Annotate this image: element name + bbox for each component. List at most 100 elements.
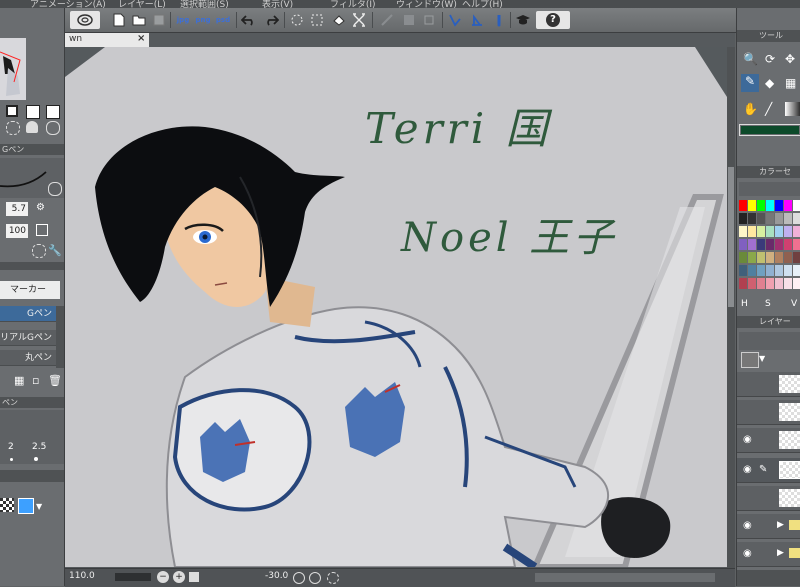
palette-swatch[interactable]: [739, 226, 747, 237]
layer-row[interactable]: [737, 400, 800, 425]
person-icon[interactable]: [26, 121, 38, 133]
palette-swatch[interactable]: [766, 200, 774, 211]
brush-size-icon[interactable]: [490, 11, 508, 29]
copy-brush-icon[interactable]: ▦: [14, 374, 24, 387]
line-tool-icon[interactable]: ╱: [765, 102, 772, 116]
color-palette[interactable]: [739, 200, 800, 296]
palette-swatch[interactable]: [757, 239, 765, 250]
transparent-swatch[interactable]: [0, 498, 14, 512]
layer-blend-dropdown-icon[interactable]: ▼: [759, 354, 765, 363]
palette-swatch[interactable]: [793, 265, 800, 276]
pen-tool-icon[interactable]: ✎: [741, 74, 759, 92]
settings-icon[interactable]: [32, 244, 46, 258]
drawing-canvas[interactable]: Terri 国 Noel 王子: [65, 47, 727, 567]
brush-item-maru-pen[interactable]: 丸ペン: [0, 350, 56, 366]
transparent-color-icon[interactable]: [46, 105, 60, 119]
zoom-out-icon[interactable]: −: [157, 571, 169, 583]
reset-rotation-icon[interactable]: [327, 572, 339, 584]
layer-row[interactable]: ◉ ▶: [737, 514, 800, 539]
reset-icon[interactable]: [46, 121, 60, 135]
palette-swatch[interactable]: [739, 252, 747, 263]
swap-color-icon[interactable]: [26, 105, 40, 119]
layer-row[interactable]: ◉: [737, 428, 800, 453]
size-preset-2[interactable]: 2: [8, 442, 14, 452]
brush-item-gpen[interactable]: Gペン: [0, 306, 56, 322]
palette-mode-h[interactable]: H: [741, 299, 748, 309]
palette-swatch[interactable]: [757, 200, 765, 211]
palette-swatch[interactable]: [748, 239, 756, 250]
palette-swatch[interactable]: [739, 213, 747, 224]
logo-icon[interactable]: [70, 11, 100, 29]
eye-icon[interactable]: ◉: [743, 520, 752, 531]
palette-swatch[interactable]: [775, 226, 783, 237]
palette-swatch[interactable]: [775, 278, 783, 289]
palette-swatch[interactable]: [775, 200, 783, 211]
fill-tool-icon[interactable]: ◆: [765, 76, 774, 90]
palette-swatch[interactable]: [793, 278, 800, 289]
palette-swatch[interactable]: [757, 226, 765, 237]
palette-swatch[interactable]: [793, 252, 800, 263]
wrench-icon[interactable]: 🔧: [48, 244, 62, 257]
delete-brush-icon[interactable]: 🗑: [48, 374, 62, 387]
rotate-tool-icon[interactable]: ⟳: [765, 52, 775, 66]
palette-swatch[interactable]: [766, 213, 774, 224]
eye-icon[interactable]: ◉: [743, 464, 752, 475]
blend-tool-icon[interactable]: ✋: [743, 102, 758, 116]
brush-density-field[interactable]: 100: [6, 224, 28, 238]
palette-swatch[interactable]: [748, 200, 756, 211]
fill-icon[interactable]: [330, 11, 348, 29]
close-tab-icon[interactable]: ×: [137, 33, 145, 44]
snap-ruler-icon[interactable]: [420, 11, 438, 29]
open-folder-icon[interactable]: [130, 11, 148, 29]
brush-size-field[interactable]: 5.7: [6, 202, 28, 216]
export-jpg-icon[interactable]: jpg: [174, 11, 192, 29]
palette-swatch[interactable]: [775, 252, 783, 263]
palette-swatch[interactable]: [748, 213, 756, 224]
zoom-slider[interactable]: [115, 573, 151, 581]
document-tab[interactable]: wn ×: [65, 33, 149, 47]
palette-swatch[interactable]: [784, 239, 792, 250]
palette-swatch[interactable]: [793, 239, 800, 250]
layer-row[interactable]: ◉ ✎: [737, 458, 800, 483]
fill-color-icon[interactable]: [6, 105, 18, 117]
export-psd-icon[interactable]: psd: [214, 11, 232, 29]
transform-icon[interactable]: [288, 11, 306, 29]
select-icon[interactable]: [308, 11, 326, 29]
rotate-left-icon[interactable]: [293, 572, 305, 584]
zoom-preview-icon[interactable]: [48, 182, 62, 196]
ruler-tool-icon[interactable]: ▦: [785, 76, 796, 90]
folder-arrow-icon[interactable]: ▶: [777, 548, 784, 558]
palette-swatch[interactable]: [793, 226, 800, 237]
layer-blend-mode[interactable]: [741, 352, 759, 368]
palette-swatch[interactable]: [784, 213, 792, 224]
layer-row[interactable]: [737, 486, 800, 511]
palette-swatch[interactable]: [766, 252, 774, 263]
fit-window-icon[interactable]: [189, 572, 199, 582]
save-icon[interactable]: [150, 11, 168, 29]
brush-list-scrollbar[interactable]: [56, 306, 64, 368]
palette-swatch[interactable]: [766, 239, 774, 250]
stabilizer-icon[interactable]: [468, 11, 486, 29]
new-file-icon[interactable]: [110, 11, 128, 29]
palette-mode-v[interactable]: V: [791, 299, 797, 309]
undo-icon[interactable]: [240, 11, 258, 29]
palette-swatch[interactable]: [757, 252, 765, 263]
palette-swatch[interactable]: [775, 265, 783, 276]
pen-pressure-icon[interactable]: [446, 11, 464, 29]
canvas-horizontal-scrollbar[interactable]: [535, 573, 715, 582]
zoom-tool-icon[interactable]: 🔍: [743, 52, 758, 66]
palette-swatch[interactable]: [784, 278, 792, 289]
palette-swatch[interactable]: [748, 265, 756, 276]
palette-swatch[interactable]: [739, 265, 747, 276]
gradient-tool-icon[interactable]: [785, 102, 800, 116]
palette-swatch[interactable]: [784, 252, 792, 263]
link-icon[interactable]: ⚙: [36, 202, 48, 216]
palette-swatch[interactable]: [775, 239, 783, 250]
current-color-bar[interactable]: [739, 124, 800, 136]
palette-swatch[interactable]: [793, 200, 800, 211]
redo-icon[interactable]: [262, 11, 280, 29]
lasso-icon[interactable]: [6, 121, 20, 135]
palette-swatch[interactable]: [748, 278, 756, 289]
palette-swatch[interactable]: [784, 226, 792, 237]
palette-swatch[interactable]: [739, 278, 747, 289]
